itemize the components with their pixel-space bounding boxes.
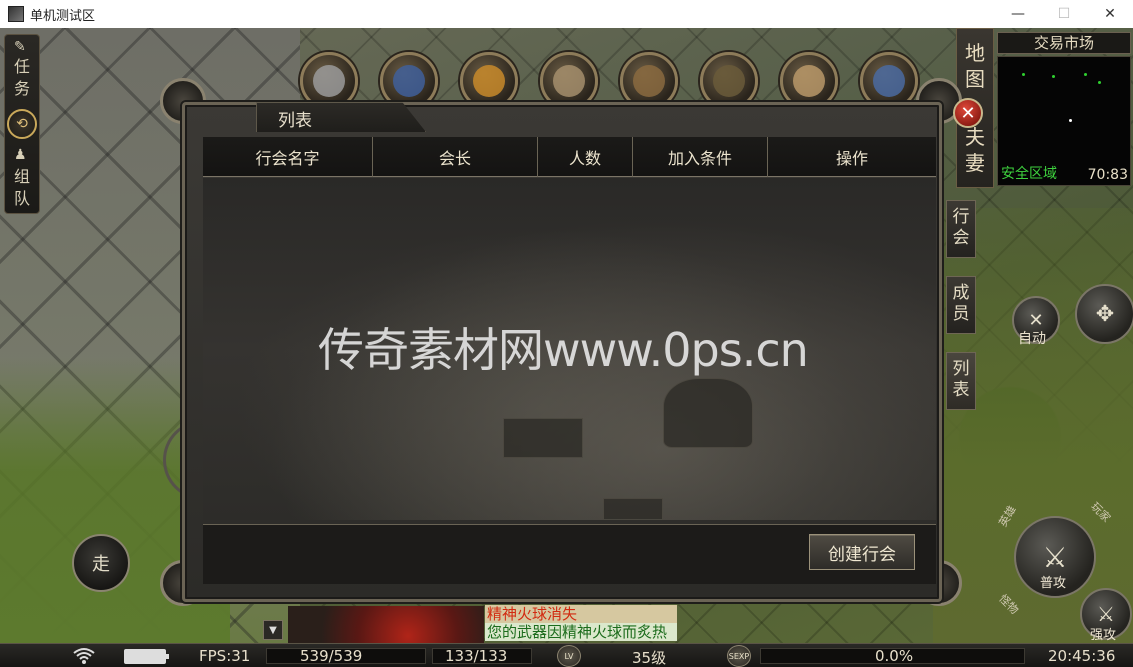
battery-icon	[124, 649, 169, 664]
map-tab-char-1[interactable]: 地	[957, 41, 993, 65]
character-portrait[interactable]	[288, 606, 484, 644]
column-guild-name: 行会名字	[203, 137, 373, 177]
left-quest-panel: ✎ 任 务 ⟲ ♟ 组 队	[4, 34, 40, 214]
tab-members-char-1: 成	[952, 283, 970, 303]
wifi-icon	[73, 648, 95, 664]
column-actions: 操作	[835, 149, 868, 168]
quest-tab-char-1[interactable]: 任	[5, 57, 39, 77]
level-badge: LV	[557, 645, 581, 667]
minimize-button[interactable]: —	[995, 0, 1041, 28]
hp-value: 539/539	[300, 647, 363, 665]
window-titlebar: 单机测试区 — ☐ ✕	[0, 0, 1133, 28]
level-value: 35级	[632, 649, 667, 667]
background-crate	[603, 498, 663, 520]
marriage-tab-char-1[interactable]: 夫	[957, 125, 993, 149]
team-tab-char-2[interactable]: 队	[5, 189, 39, 209]
window-title: 单机测试区	[30, 8, 96, 24]
minimap-npc-dot	[1022, 73, 1025, 76]
tab-guild[interactable]: 行 会	[946, 200, 976, 258]
minimap[interactable]: 安全区域 70:83	[997, 56, 1131, 186]
team-tab-char-1[interactable]: 组	[5, 167, 39, 187]
normal-attack-label: 普攻	[1040, 576, 1067, 591]
people-icon: ♟	[14, 147, 27, 163]
column-join-condition: 加入条件	[633, 137, 768, 177]
map-name: 交易市场	[997, 32, 1131, 54]
chat-expand-button[interactable]: ▼	[263, 620, 283, 640]
close-dialog-button[interactable]: ✕	[953, 98, 983, 128]
maximize-button[interactable]: ☐	[1041, 0, 1087, 28]
exp-value: 0.0%	[875, 647, 914, 665]
watermark-text: 传奇素材网www.0ps.cn	[318, 323, 809, 377]
exp-badge: SEXP	[727, 645, 751, 667]
dialog-title: 列表	[278, 111, 312, 131]
background-cart	[503, 418, 583, 458]
mp-value: 133/133	[445, 647, 508, 665]
four-arrows-icon[interactable]: ✥	[1075, 284, 1133, 344]
bottom-status-bar: FPS:31 539/539 133/133 LV 35级 SEXP 0.0% …	[0, 643, 1133, 667]
quest-tab-char-2[interactable]: 务	[5, 79, 39, 99]
scroll-icon: ✎	[14, 39, 26, 55]
system-messages: 精神火球消失 您的武器因精神火球而炙热	[485, 605, 677, 641]
clock: 20:45:36	[1048, 647, 1116, 665]
minimap-npc-dot	[1098, 81, 1101, 84]
tab-guild-char-1: 行	[952, 207, 970, 227]
marriage-tab-char-2[interactable]: 妻	[957, 151, 993, 175]
column-leader: 会长	[373, 137, 538, 177]
map-tab-char-2[interactable]: 图	[957, 67, 993, 91]
tab-guild-char-2: 会	[952, 228, 970, 248]
background-tent	[663, 378, 753, 448]
auto-fight-label[interactable]: 自动	[1018, 328, 1046, 348]
safe-zone-label: 安全区域	[1001, 166, 1057, 182]
minimap-npc-dot	[1084, 73, 1087, 76]
fps-counter: FPS:31	[199, 647, 251, 665]
tab-list-char-1: 列	[952, 359, 970, 379]
tab-list-char-2: 表	[952, 380, 970, 400]
tab-list[interactable]: 列 表	[946, 352, 976, 410]
tab-members[interactable]: 成 员	[946, 276, 976, 334]
minimap-npc-dot	[1052, 75, 1055, 78]
app-icon	[8, 6, 24, 22]
column-member-count: 人数	[538, 137, 633, 177]
minimap-player-dot	[1069, 119, 1072, 122]
guild-table-header: 行会名字 会长 人数 加入条件 操作	[203, 137, 936, 177]
system-message: 精神火球消失	[485, 605, 677, 623]
map-coordinates: 70:83	[1087, 167, 1128, 183]
create-guild-button[interactable]: 创建行会	[809, 534, 915, 570]
refresh-icon[interactable]: ⟲	[7, 109, 37, 139]
strong-attack-label: 强攻	[1090, 628, 1117, 643]
system-message: 您的武器因精神火球而炙热	[485, 623, 677, 641]
walk-button[interactable]: 走	[72, 534, 130, 592]
close-window-button[interactable]: ✕	[1087, 0, 1133, 28]
tab-members-char-2: 员	[952, 304, 970, 324]
